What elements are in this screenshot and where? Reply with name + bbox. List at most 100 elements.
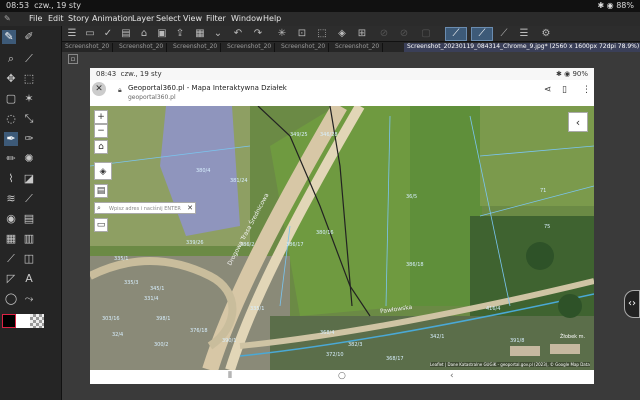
sub-color-swatch[interactable] xyxy=(16,314,30,328)
canvas-corner-icon[interactable]: ▫ xyxy=(68,54,78,64)
gradient-icon[interactable]: ▤ xyxy=(22,212,36,226)
address-search-box[interactable]: ⌕ Wpisz adres i naciśnij ENTER ✕ xyxy=(94,202,196,214)
tab-screenshot-4[interactable]: Screenshot_20 xyxy=(224,43,276,52)
frame-icon[interactable]: ▥ xyxy=(22,232,36,246)
brush-tool-icon[interactable]: ✐ xyxy=(22,30,36,44)
menu-window[interactable]: Window xyxy=(231,14,263,23)
transform-icon[interactable]: ⬚ xyxy=(316,28,328,40)
parcel-label[interactable]: 335/1 xyxy=(250,306,264,312)
folder-icon[interactable]: ▤ xyxy=(120,28,132,40)
parcel-label[interactable]: 32/4 xyxy=(112,332,123,338)
parcel-label[interactable]: 398/1 xyxy=(156,316,170,322)
collapse-panel-button[interactable]: ‹ xyxy=(568,112,588,132)
ruler-pen-icon[interactable]: ⟋ xyxy=(445,27,467,41)
parcel-label[interactable]: 36/5 xyxy=(406,194,417,200)
parcel-label[interactable]: 335/1 xyxy=(114,256,128,262)
tab-screenshot-2[interactable]: Screenshot_20 xyxy=(116,43,168,52)
fill-icon[interactable]: ◈ xyxy=(336,28,348,40)
parcel-label[interactable]: 390/1 xyxy=(222,338,236,344)
text-icon[interactable]: A xyxy=(22,272,36,286)
shape-icon[interactable]: ◸ xyxy=(4,272,18,286)
print-icon[interactable]: ▦ xyxy=(194,28,206,40)
parcel-label[interactable]: 416/4 xyxy=(486,306,500,312)
share-icon[interactable]: ⋖ xyxy=(544,85,552,95)
fill-bucket-icon[interactable]: ◉ xyxy=(4,212,18,226)
parcel-label[interactable]: 386/17 xyxy=(286,242,304,248)
eyedropper-icon[interactable]: ⤡ xyxy=(22,112,36,126)
menu-layer[interactable]: Layer xyxy=(132,14,154,23)
tab-screenshot-1[interactable]: Screenshot_20 xyxy=(62,43,114,52)
pen-tool-icon[interactable]: ✎ xyxy=(2,30,16,44)
recent-apps-icon[interactable]: ⦀ xyxy=(228,371,232,381)
home-icon[interactable]: ⌂ xyxy=(94,140,108,154)
pencil-icon[interactable]: ✏ xyxy=(4,152,18,166)
selection-icon[interactable]: ⬚ xyxy=(22,72,36,86)
parcel-label[interactable]: 391/8 xyxy=(510,338,524,344)
menu-view[interactable]: View xyxy=(183,14,202,23)
parcel-label[interactable]: 381/24 xyxy=(230,178,248,184)
export-icon[interactable]: ⇪ xyxy=(174,28,186,40)
parcel-label[interactable]: 331/4 xyxy=(144,296,158,302)
magic-wand-icon[interactable]: ✶ xyxy=(22,92,36,106)
dropdown-icon[interactable]: ⌄ xyxy=(212,28,224,40)
clear-search-icon[interactable]: ✕ xyxy=(187,204,193,212)
more-options-icon[interactable]: ⋮ xyxy=(582,85,591,95)
parcel-label[interactable]: 368/17 xyxy=(386,356,404,362)
open-icon[interactable]: ⌂ xyxy=(138,28,150,40)
smudge-icon[interactable]: ⟋ xyxy=(22,192,36,206)
menu-story[interactable]: Story xyxy=(68,14,89,23)
parcel-label[interactable]: 382/3 xyxy=(348,342,362,348)
eraser-icon[interactable]: ◪ xyxy=(22,172,36,186)
menu-help[interactable]: Help xyxy=(263,14,281,23)
print-icon[interactable]: ▤ xyxy=(94,184,108,198)
new-file-icon[interactable]: ▭ xyxy=(84,28,96,40)
clear-icon[interactable]: ⊡ xyxy=(296,28,308,40)
parcel-label[interactable]: 345/1 xyxy=(150,286,164,292)
parcel-label[interactable]: 339/26 xyxy=(186,240,204,246)
close-tab-icon[interactable]: ✕ xyxy=(92,82,106,96)
ruler-snap-icon[interactable]: ⟋ xyxy=(471,27,493,41)
line-icon[interactable]: ⟋ xyxy=(4,252,18,266)
tab-screenshot-3[interactable]: Screenshot_20 xyxy=(170,43,222,52)
tab-screenshot-6[interactable]: Screenshot_20 xyxy=(332,43,384,52)
parcel-label[interactable]: 376/18 xyxy=(190,328,208,334)
crop-icon[interactable]: ⊞ xyxy=(356,28,368,40)
parcel-label[interactable]: 303/16 xyxy=(102,316,120,322)
blend-icon[interactable]: ≋ xyxy=(4,192,18,206)
airbrush-icon[interactable]: ✺ xyxy=(22,152,36,166)
zoom-out-button[interactable]: − xyxy=(94,124,108,138)
satellite-map[interactable]: 380/4 349/25 346/28 381/24 386/17 380/16… xyxy=(90,106,594,370)
parcel-label[interactable]: 380/16 xyxy=(316,230,334,236)
rect-select-icon[interactable]: ▢ xyxy=(4,92,18,106)
tab-screenshot-5[interactable]: Screenshot_20 xyxy=(278,43,330,52)
pen-active-icon[interactable]: ✒ xyxy=(4,132,18,146)
ruler-icon[interactable]: ▭ xyxy=(94,218,108,232)
parcel-label[interactable]: 75 xyxy=(544,224,550,230)
figure-icon[interactable]: ▦ xyxy=(4,232,18,246)
back-nav-icon[interactable]: ‹ xyxy=(450,371,454,381)
loading-icon[interactable]: ✳ xyxy=(276,28,288,40)
line-snap-icon[interactable]: ⟋ xyxy=(498,28,510,40)
main-color-swatch[interactable] xyxy=(2,314,16,328)
parcel-label[interactable]: 368/4 xyxy=(320,330,334,336)
parcel-label[interactable]: 71 xyxy=(540,188,546,194)
layers-icon[interactable]: ◈ xyxy=(94,162,112,180)
lasso-icon[interactable]: ◌ xyxy=(4,112,18,126)
check-icon[interactable]: ✓ xyxy=(102,28,114,40)
brush-pen-icon[interactable]: ⟋ xyxy=(22,52,36,66)
ink-icon[interactable]: ✑ xyxy=(22,132,36,146)
parcel-label[interactable]: 346/28 xyxy=(320,132,338,138)
move-icon[interactable]: ✥ xyxy=(4,72,18,86)
redo-icon[interactable]: ↷ xyxy=(252,28,264,40)
save-icon[interactable]: ▣ xyxy=(156,28,168,40)
correct-line-icon[interactable]: ⤳ xyxy=(22,292,36,306)
transparent-color-swatch[interactable] xyxy=(30,314,44,328)
parcel-label[interactable]: 349/25 xyxy=(290,132,308,138)
menu-edit[interactable]: Edit xyxy=(48,14,64,23)
menu-animation[interactable]: Animation xyxy=(92,14,133,23)
zoom-icon[interactable]: ⌕ xyxy=(4,52,18,66)
bookmark-icon[interactable]: ▯ xyxy=(562,85,567,95)
settings-icon[interactable]: ⚙ xyxy=(540,28,552,40)
page-url[interactable]: geoportal360.pl xyxy=(128,94,176,101)
parcel-label[interactable]: 335/3 xyxy=(124,280,138,286)
